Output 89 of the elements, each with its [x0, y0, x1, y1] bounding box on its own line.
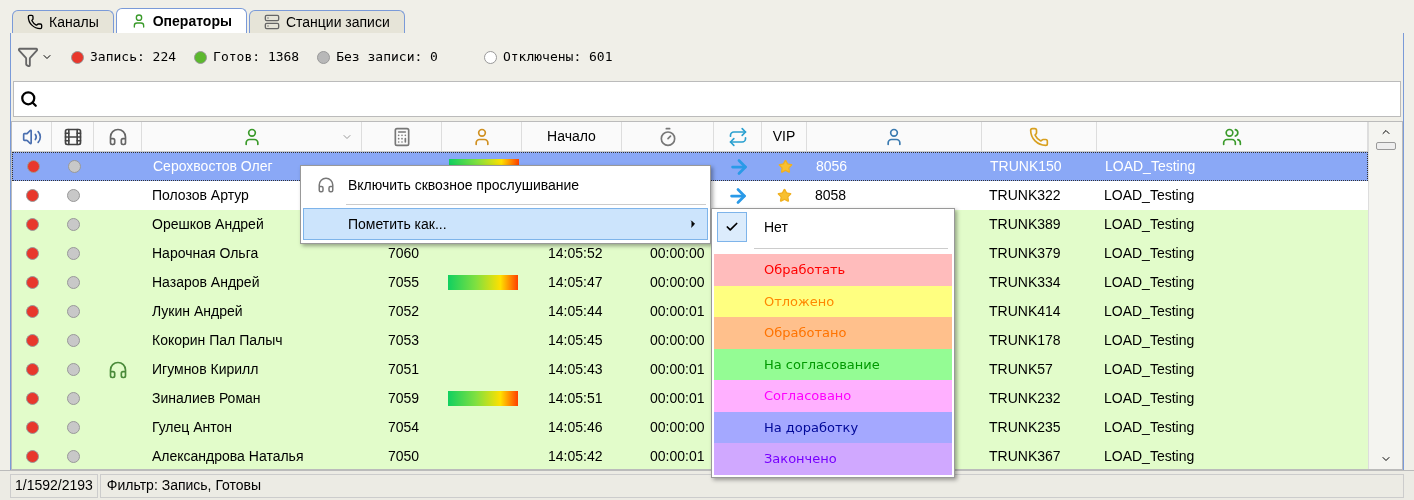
- table-cell: Назаров Андрей: [152, 274, 260, 290]
- transfer-icon: [727, 126, 748, 147]
- record-counter: 1/1592/2193: [10, 473, 98, 498]
- table-cell: 14:05:43: [548, 361, 603, 377]
- table-cell: 14:05:52: [548, 245, 603, 261]
- table-cell: 14:05:42: [548, 448, 603, 464]
- speaker-icon: [21, 126, 42, 147]
- phone-icon: [27, 14, 43, 30]
- table-cell: Гулец Антон: [152, 419, 233, 435]
- trunk-icon: [1029, 126, 1049, 147]
- table-cell: TRUNK414: [989, 303, 1061, 319]
- table-cell: TRUNK334: [989, 274, 1061, 290]
- table-cell: LOAD_Testing: [1104, 303, 1195, 319]
- table-cell: Орешков Андрей: [152, 216, 264, 232]
- group-icon: [1222, 126, 1242, 147]
- search-field[interactable]: [13, 81, 1401, 117]
- table-cell: 7060: [388, 245, 420, 261]
- status-count: Запись: 224: [90, 48, 177, 67]
- table-cell: 00:00:01: [650, 361, 705, 377]
- table-cell: 14:05:46: [548, 419, 603, 435]
- menu-item[interactable]: На доработку: [714, 411, 952, 443]
- table-cell: LOAD_Testing: [1104, 245, 1195, 261]
- table-cell: Серохвостов Олег: [153, 158, 273, 174]
- tab[interactable]: Станции записи: [248, 10, 405, 33]
- table-cell: 00:00:01: [650, 448, 705, 464]
- filter-status: Фильтр: Запись, Готовы: [99, 473, 1404, 498]
- table-cell: LOAD_Testing: [1104, 216, 1195, 232]
- table-cell: 8056: [816, 158, 848, 174]
- column-header[interactable]: Начало: [547, 126, 596, 147]
- table-cell: TRUNK235: [989, 419, 1061, 435]
- table-cell: TRUNK389: [989, 216, 1061, 232]
- headphones-icon: [107, 126, 128, 147]
- tab[interactable]: Операторы: [115, 8, 247, 33]
- table-cell: LOAD_Testing: [1105, 158, 1196, 174]
- film-icon: [62, 126, 83, 147]
- table-cell: 00:00:00: [650, 419, 705, 435]
- table-cell: Зиналиев Роман: [152, 390, 261, 406]
- table-cell: LOAD_Testing: [1104, 332, 1195, 348]
- table-cell: 7059: [388, 390, 420, 406]
- table-cell: LOAD_Testing: [1104, 361, 1195, 377]
- table-cell: TRUNK150: [990, 158, 1062, 174]
- table-cell: 7051: [388, 361, 420, 377]
- check-icon: [725, 220, 739, 234]
- tab[interactable]: Каналы: [12, 10, 114, 33]
- table-cell: 7050: [388, 448, 420, 464]
- table-cell: Кокорин Пал Палыч: [152, 332, 283, 348]
- status-count: Без записи: 0: [336, 48, 438, 67]
- table-cell: 00:00:00: [650, 274, 705, 290]
- table-cell: 14:05:45: [548, 332, 603, 348]
- table-cell: 7053: [388, 332, 420, 348]
- table-cell: TRUNK379: [989, 245, 1061, 261]
- headphones-icon: [317, 176, 335, 194]
- table-cell: Полозов Артур: [152, 187, 249, 203]
- status-count: Готов: 1368: [213, 48, 300, 67]
- table-cell: TRUNK232: [989, 390, 1061, 406]
- table-cell: LOAD_Testing: [1104, 274, 1195, 290]
- menu-item[interactable]: Включить сквозное прослушивание: [303, 169, 708, 201]
- table-cell: Лукин Андрей: [152, 303, 243, 319]
- table-cell: 14:05:44: [548, 303, 603, 319]
- table-cell: LOAD_Testing: [1104, 419, 1195, 435]
- table-cell: TRUNK322: [989, 187, 1061, 203]
- table-cell: 8058: [815, 187, 847, 203]
- table-cell: 00:00:00: [650, 245, 705, 261]
- search-icon: [20, 90, 38, 108]
- scroll-thumb[interactable]: [1375, 142, 1396, 150]
- table-cell: 14:05:47: [548, 274, 603, 290]
- status-count: Отключены: 601: [502, 48, 613, 67]
- filter-button[interactable]: [17, 46, 53, 68]
- table-cell: Игумнов Кирилл: [152, 361, 259, 377]
- table-cell: Нарочная Ольга: [152, 245, 259, 261]
- table-cell: 7054: [388, 419, 420, 435]
- table-cell: 00:00:00: [650, 332, 705, 348]
- table-cell: TRUNK367: [989, 448, 1061, 464]
- table-cell: LOAD_Testing: [1104, 448, 1195, 464]
- table-cell: 14:05:51: [548, 390, 603, 406]
- table-cell: 7055: [388, 274, 420, 290]
- table-cell: 00:00:01: [650, 303, 705, 319]
- table-cell: LOAD_Testing: [1104, 390, 1195, 406]
- table-cell: LOAD_Testing: [1104, 187, 1195, 203]
- table-cell: TRUNK57: [989, 361, 1053, 377]
- table-cell: 7052: [388, 303, 420, 319]
- table-cell: Александрова Наталья: [152, 448, 304, 464]
- menu-item[interactable]: Пометить как...: [303, 208, 708, 240]
- column-header[interactable]: VIP: [772, 126, 796, 147]
- table-cell: TRUNK178: [989, 332, 1061, 348]
- table-cell: 00:00:01: [650, 390, 705, 406]
- server-icon: [263, 14, 280, 30]
- scrollbar[interactable]: [1368, 122, 1402, 469]
- user-icon: [884, 126, 904, 147]
